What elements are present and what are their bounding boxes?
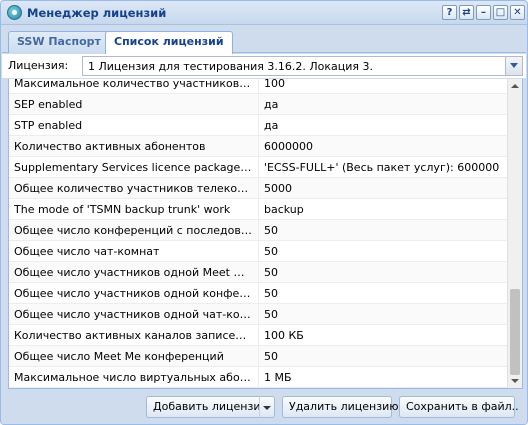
column-separator	[258, 367, 259, 387]
property-name: STP enabled	[14, 119, 83, 132]
table-row[interactable]: SEP enabled да	[9, 94, 508, 115]
footer-toolbar: Добавить лицензию Удалить лицензию Сохра…	[2, 390, 526, 424]
property-value: да	[264, 98, 279, 111]
table-row[interactable]: Supplementary Services licence package(s…	[9, 157, 508, 178]
maximize-icon[interactable]: □	[493, 5, 508, 20]
column-separator	[258, 178, 259, 198]
property-value: 50	[264, 245, 278, 258]
table-row[interactable]: Общее количество участников телеконфере.…	[9, 178, 508, 199]
license-combobox-value: 1 Лицензия для тестирования 3.16.2. Лока…	[88, 60, 374, 73]
property-name: Общее число конференций с последователь.…	[14, 224, 252, 237]
property-value: 6000000	[264, 140, 313, 153]
window-title: Менеджер лицензий	[27, 6, 167, 20]
table-row[interactable]: Общее число конференций с последователь.…	[9, 220, 508, 241]
save-to-file-button[interactable]: Сохранить в файл..	[399, 396, 519, 418]
property-value: 50	[264, 350, 278, 363]
property-name: Общее количество участников телеконфере.…	[14, 182, 252, 195]
license-label: Лицензия:	[8, 59, 69, 72]
property-name: Supplementary Services licence package(s…	[14, 161, 252, 174]
property-name: Количество активных абонентов	[14, 140, 206, 153]
table-row[interactable]: Максимальное количество участников в тел…	[9, 79, 508, 94]
column-separator	[258, 304, 259, 324]
property-name: Общее число участников одной Meet Me кон…	[14, 266, 252, 279]
title-bar[interactable]: Менеджер лицензий ? ⇄ – □ ✕	[1, 1, 527, 25]
scroll-thumb[interactable]	[510, 289, 520, 375]
table-row[interactable]: Общее число участников одной конференц..…	[9, 283, 508, 304]
column-separator	[258, 157, 259, 177]
minimize-icon[interactable]: –	[476, 5, 491, 20]
table-body: Максимальное количество участников в тел…	[9, 79, 508, 388]
table-row[interactable]: Общее число чат-комнат 50	[9, 241, 508, 262]
restore-icon[interactable]: ⇄	[459, 5, 474, 20]
property-value: 1 МБ	[264, 371, 292, 384]
property-name: Общее число чат-комнат	[14, 245, 160, 258]
scroll-up-icon[interactable]	[511, 84, 519, 88]
property-value: 100	[264, 79, 285, 90]
property-value: 5000	[264, 182, 292, 195]
vertical-scrollbar[interactable]	[507, 79, 522, 388]
property-name: Общее число Meet Me конференций	[14, 350, 224, 363]
license-selector-row: Лицензия: 1 Лицензия для тестирования 3.…	[2, 54, 526, 78]
column-separator	[258, 346, 259, 366]
column-separator	[258, 79, 259, 93]
column-separator	[258, 115, 259, 135]
property-value: 50	[264, 287, 278, 300]
property-name: Максимальное число виртуальных абонентов	[14, 371, 252, 384]
column-separator	[258, 94, 259, 114]
property-name: Количество активных каналов записей разг…	[14, 329, 252, 342]
column-separator	[258, 136, 259, 156]
property-value: backup	[264, 203, 304, 216]
add-license-button[interactable]: Добавить лицензию	[146, 396, 270, 418]
tab-bar: SSW Паспорт Список лицензий	[2, 26, 526, 54]
help-icon[interactable]: ?	[442, 5, 457, 20]
table-row[interactable]: Количество активных абонентов 6000000	[9, 136, 508, 157]
delete-license-button[interactable]: Удалить лицензию	[282, 396, 399, 418]
add-license-menu-icon[interactable]	[259, 396, 275, 418]
property-value: 100 КБ	[264, 329, 304, 342]
tab-license-list[interactable]: Список лицензий	[105, 31, 233, 54]
table-row[interactable]: The mode of 'TSMN backup trunk' work back…	[9, 199, 508, 220]
column-separator	[258, 241, 259, 261]
table-row[interactable]: Общее число участников одной Meet Me кон…	[9, 262, 508, 283]
property-name: Общее число участников одной конференц..…	[14, 287, 252, 300]
table-row[interactable]: Количество активных каналов записей разг…	[9, 325, 508, 346]
license-manager-window: Менеджер лицензий ? ⇄ – □ ✕ SSW Паспорт …	[0, 0, 528, 425]
license-properties-table: Максимальное количество участников в тел…	[8, 79, 523, 389]
property-name: Максимальное количество участников в тел…	[14, 79, 252, 90]
property-value: 'ECSS-FULL+' (Весь пакет услуг): 600000	[264, 161, 500, 174]
scroll-down-icon[interactable]	[511, 379, 519, 383]
column-separator	[258, 199, 259, 219]
table-row[interactable]: Общее число Meet Me конференций 50	[9, 346, 508, 367]
table-row[interactable]: Максимальное число виртуальных абонентов…	[9, 367, 508, 388]
column-separator	[258, 283, 259, 303]
column-separator	[258, 325, 259, 345]
table-row[interactable]: STP enabled да	[9, 115, 508, 136]
property-value: да	[264, 119, 279, 132]
license-combobox[interactable]: 1 Лицензия для тестирования 3.16.2. Лока…	[82, 56, 523, 76]
column-separator	[258, 262, 259, 282]
property-name: SEP enabled	[14, 98, 83, 111]
property-name: The mode of 'TSMN backup trunk' work	[14, 203, 231, 216]
tab-ssw-passport[interactable]: SSW Паспорт	[8, 31, 110, 53]
property-value: 50	[264, 266, 278, 279]
property-value: 50	[264, 308, 278, 321]
column-separator	[258, 220, 259, 240]
app-logo-icon	[7, 5, 22, 20]
close-icon[interactable]: ✕	[510, 5, 525, 20]
table-row[interactable]: Общее число участников одной чат-комнаты…	[9, 304, 508, 325]
chevron-down-icon[interactable]	[505, 57, 522, 75]
property-name: Общее число участников одной чат-комнаты	[14, 308, 252, 321]
property-value: 50	[264, 224, 278, 237]
